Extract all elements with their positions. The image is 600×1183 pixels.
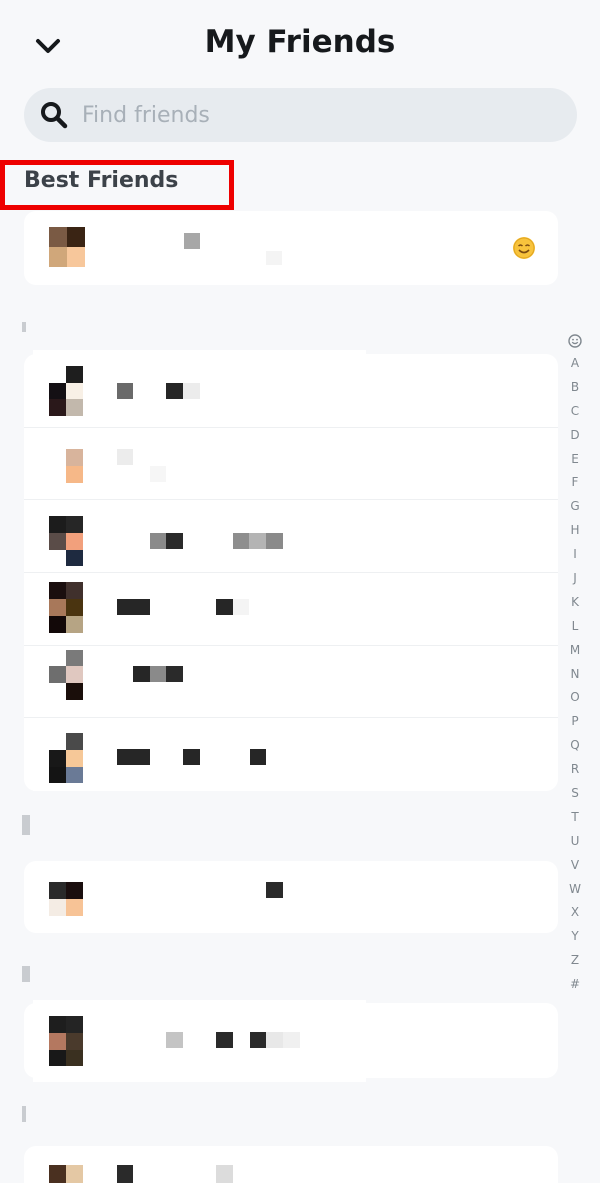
friend-name bbox=[166, 1032, 183, 1048]
friend-name bbox=[166, 666, 183, 682]
alpha-index-letter[interactable]: T bbox=[571, 806, 578, 830]
alpha-index-letter[interactable]: K bbox=[571, 591, 579, 615]
alpha-index-letter[interactable]: Q bbox=[570, 734, 579, 758]
header: My Friends bbox=[0, 0, 600, 85]
best-friend-card[interactable] bbox=[24, 211, 558, 285]
search-icon bbox=[41, 102, 68, 129]
friend-name bbox=[117, 449, 133, 465]
alpha-index-letter[interactable]: R bbox=[571, 758, 579, 782]
search-bar[interactable] bbox=[24, 88, 577, 142]
list-item[interactable] bbox=[24, 1003, 558, 1078]
friend-name bbox=[233, 599, 249, 615]
friend-name bbox=[249, 533, 266, 549]
alpha-index-letter[interactable]: I bbox=[573, 543, 577, 567]
friend-name bbox=[233, 533, 249, 549]
alpha-index-letter[interactable]: Y bbox=[571, 925, 578, 949]
avatar bbox=[49, 366, 83, 416]
smiley-index-icon[interactable] bbox=[567, 330, 583, 352]
friend-name bbox=[266, 882, 283, 898]
list-item[interactable] bbox=[24, 573, 558, 645]
chevron-down-icon bbox=[36, 39, 60, 53]
alpha-index-letter[interactable]: C bbox=[571, 400, 579, 424]
friend-name bbox=[250, 1032, 266, 1048]
avatar bbox=[49, 227, 85, 267]
alpha-index-letter[interactable]: U bbox=[571, 830, 580, 854]
list-item[interactable] bbox=[24, 861, 558, 933]
avatar bbox=[49, 582, 83, 633]
friend-name bbox=[184, 233, 200, 249]
friend-name bbox=[117, 749, 150, 765]
section-letter bbox=[22, 966, 30, 982]
alpha-index-letter[interactable]: O bbox=[570, 686, 579, 710]
section-letter bbox=[22, 815, 30, 835]
friend-name bbox=[250, 749, 266, 765]
friend-name bbox=[183, 749, 200, 765]
alpha-index-letter[interactable]: H bbox=[570, 519, 579, 543]
friend-username bbox=[150, 466, 166, 482]
alpha-index-letter[interactable]: # bbox=[570, 973, 580, 997]
alpha-index-letter[interactable]: X bbox=[571, 901, 579, 925]
alpha-index-letter[interactable]: N bbox=[571, 663, 580, 687]
alpha-index-letter[interactable]: Z bbox=[571, 949, 579, 973]
friend-name bbox=[283, 1032, 300, 1048]
list-item[interactable] bbox=[24, 646, 558, 717]
section-letter bbox=[22, 322, 26, 332]
friend-name bbox=[216, 1032, 233, 1048]
back-button[interactable] bbox=[28, 26, 68, 66]
avatar bbox=[49, 733, 83, 783]
alpha-index-letter[interactable]: D bbox=[570, 424, 579, 448]
alpha-index-letter[interactable]: J bbox=[573, 567, 577, 591]
alpha-index-letter[interactable]: W bbox=[569, 878, 581, 902]
alpha-index-letter[interactable]: S bbox=[571, 782, 579, 806]
alpha-index-letter[interactable]: M bbox=[570, 639, 580, 663]
friend-name bbox=[117, 599, 150, 615]
avatar bbox=[49, 650, 83, 700]
list-item[interactable] bbox=[24, 355, 558, 427]
avatar bbox=[49, 882, 83, 916]
alpha-index-letter[interactable]: L bbox=[572, 615, 579, 639]
friend-name bbox=[266, 1032, 283, 1048]
avatar bbox=[49, 1165, 83, 1183]
alpha-index-letter[interactable]: P bbox=[571, 710, 578, 734]
avatar bbox=[66, 449, 83, 483]
friend-name bbox=[183, 383, 200, 399]
list-item[interactable] bbox=[24, 718, 558, 791]
alpha-index-letter[interactable]: A bbox=[571, 352, 579, 376]
list-item[interactable] bbox=[24, 428, 558, 499]
page-title: My Friends bbox=[204, 24, 396, 60]
friend-name bbox=[166, 383, 183, 399]
friend-name bbox=[266, 533, 283, 549]
friend-name bbox=[117, 383, 133, 399]
alpha-index-letter[interactable]: G bbox=[570, 495, 579, 519]
alpha-index-letter[interactable]: E bbox=[571, 448, 579, 472]
list-item[interactable] bbox=[24, 1146, 558, 1183]
friend-name bbox=[216, 599, 233, 615]
friend-username bbox=[266, 251, 282, 265]
friend-name bbox=[150, 533, 166, 549]
friend-name bbox=[150, 666, 166, 682]
avatar bbox=[49, 1016, 83, 1066]
smiling-face-icon bbox=[513, 237, 535, 259]
search-input[interactable] bbox=[82, 102, 552, 128]
friend-name bbox=[216, 1165, 233, 1183]
friend-name bbox=[166, 533, 183, 549]
alpha-index-letter[interactable]: B bbox=[571, 376, 579, 400]
friend-name bbox=[117, 1165, 133, 1183]
alpha-index-letter[interactable]: F bbox=[572, 471, 579, 495]
list-item[interactable] bbox=[24, 500, 558, 572]
alphabet-index[interactable]: A B C D E F G H I J K L M N O P Q R S T … bbox=[563, 330, 587, 997]
highlight-box bbox=[0, 160, 234, 210]
friend-name bbox=[133, 666, 150, 682]
alpha-index-letter[interactable]: V bbox=[571, 854, 579, 878]
section-letter bbox=[22, 1106, 26, 1122]
avatar bbox=[49, 516, 83, 566]
